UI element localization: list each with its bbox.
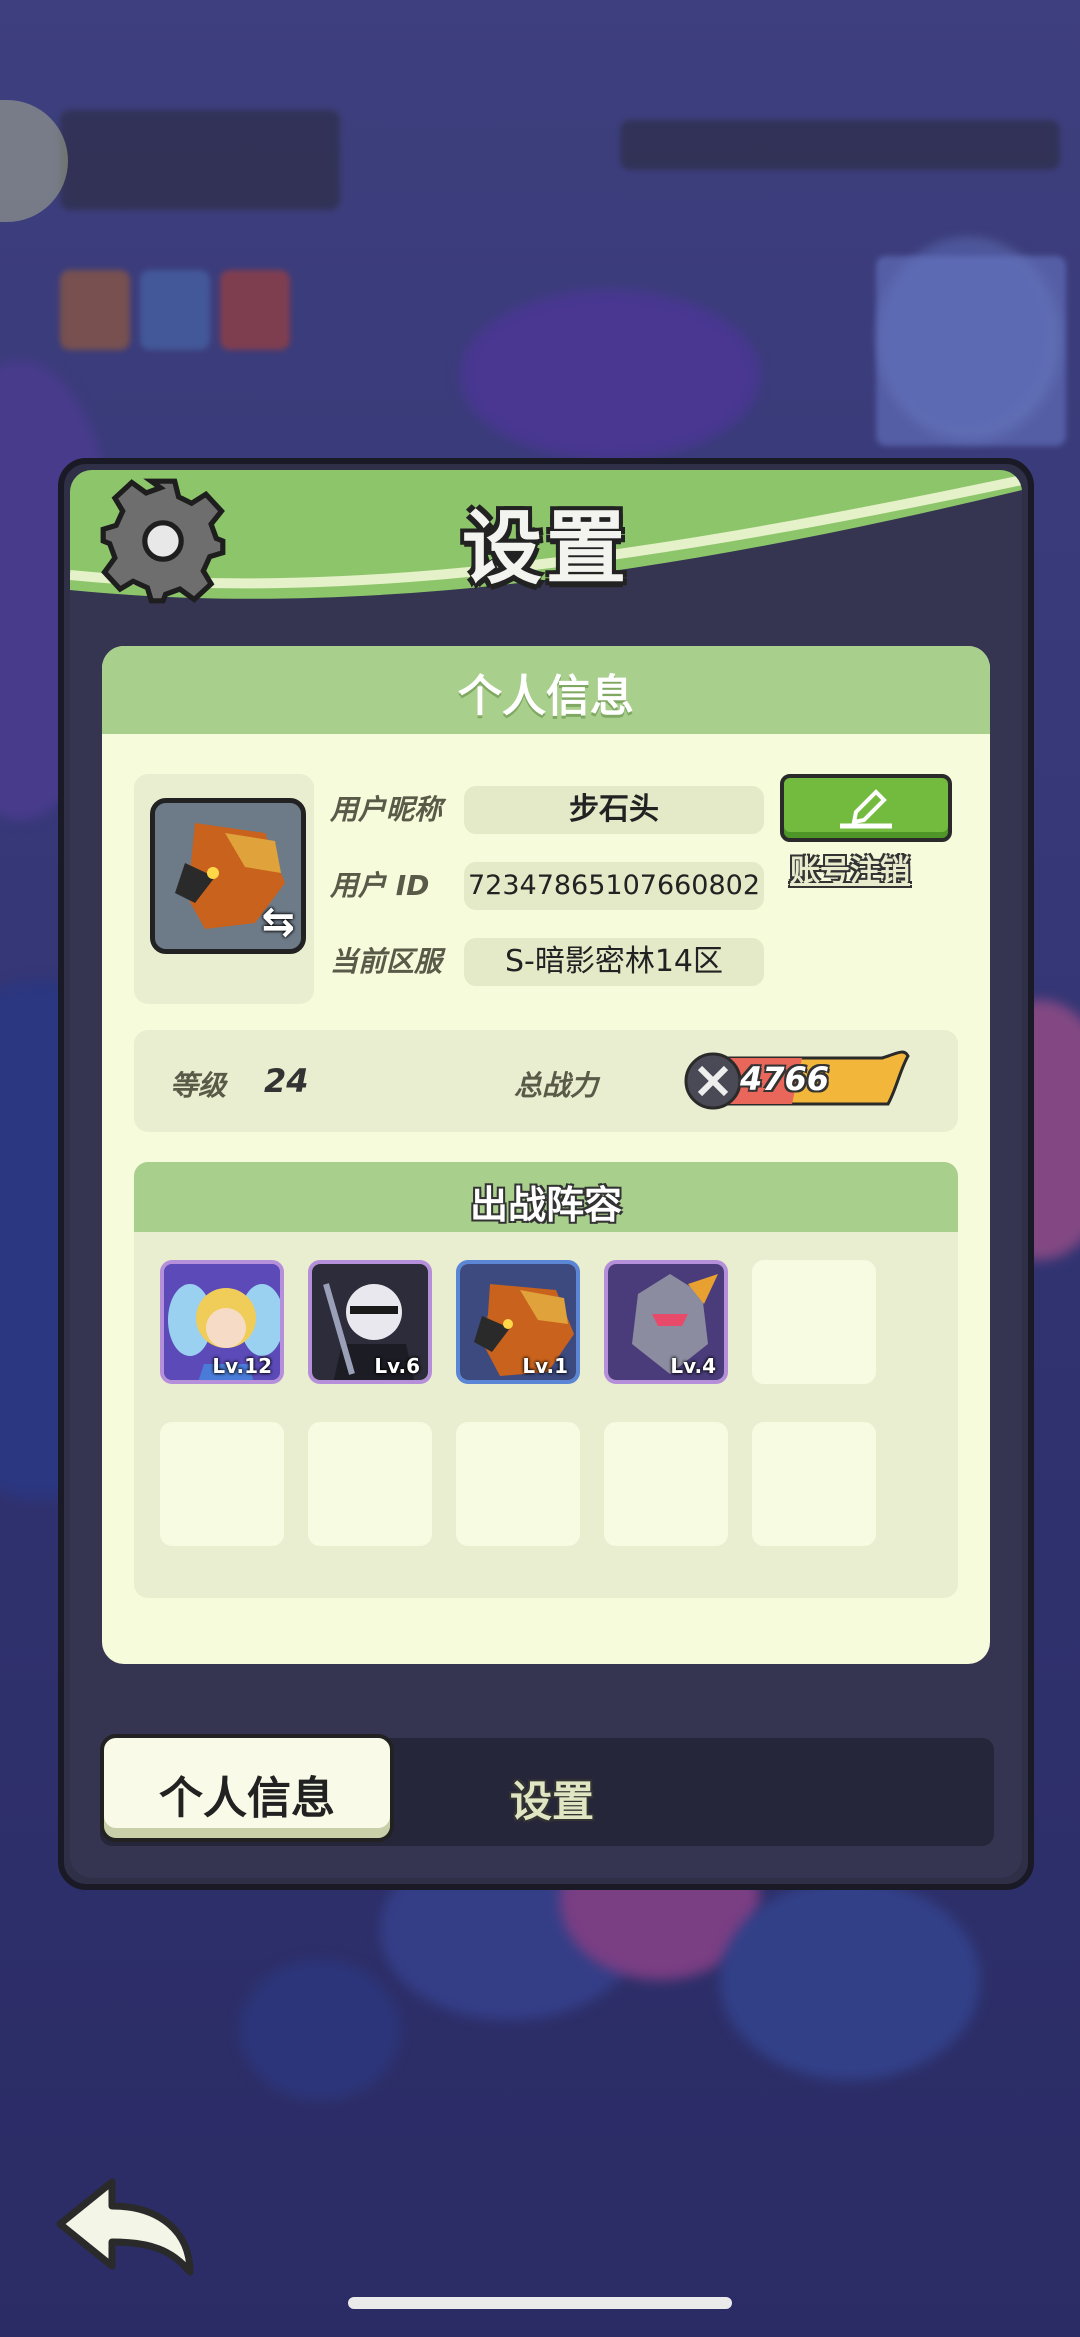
lineup-header: 出战阵容 bbox=[134, 1162, 958, 1232]
back-arrow-icon[interactable] bbox=[50, 2172, 200, 2282]
empty-slot[interactable] bbox=[456, 1422, 580, 1546]
personal-info-panel: 个人信息 ⇆ 用户昵称 步石头 用户 ID 72347865107660802 … bbox=[102, 646, 990, 1664]
home-indicator bbox=[348, 2297, 732, 2309]
avatar[interactable]: ⇆ bbox=[150, 798, 306, 954]
pencil-icon bbox=[840, 789, 892, 829]
server-label: 当前区服 bbox=[330, 945, 443, 978]
hero-slot-2[interactable]: Lv.6 bbox=[308, 1260, 432, 1384]
hero-slot-4[interactable]: Lv.4 bbox=[604, 1260, 728, 1384]
nickname-value: 步石头 bbox=[464, 786, 764, 834]
user-id-label: 用户 ID bbox=[330, 869, 430, 902]
dialog-title: 设置 bbox=[462, 502, 630, 595]
hud-top bbox=[0, 0, 1080, 446]
power-label: 总战力 bbox=[514, 1069, 599, 1102]
hero-level: Lv.12 bbox=[212, 1354, 272, 1378]
hero-slot-1[interactable]: Lv.12 bbox=[160, 1260, 284, 1384]
hero-level: Lv.1 bbox=[522, 1354, 568, 1378]
user-id-value: 72347865107660802 bbox=[464, 862, 764, 910]
tab-personal-info[interactable]: 个人信息 bbox=[100, 1734, 394, 1842]
avatar-box[interactable]: ⇆ bbox=[134, 774, 314, 1004]
hero-level: Lv.4 bbox=[670, 1354, 716, 1378]
tab-settings[interactable]: 设置 bbox=[510, 1768, 594, 1829]
cancel-account-link[interactable]: 账号注销 bbox=[790, 846, 910, 890]
settings-dialog: 设置 个人信息 ⇆ 用户昵称 步石头 用户 ID 723478651076608… bbox=[58, 458, 1034, 1890]
empty-slot[interactable] bbox=[752, 1260, 876, 1384]
power-value: 4766 bbox=[740, 1060, 830, 1098]
edit-nickname-button[interactable] bbox=[780, 774, 952, 842]
lineup-title: 出战阵容 bbox=[469, 1183, 622, 1227]
nickname-label: 用户昵称 bbox=[330, 793, 443, 826]
panel-header: 个人信息 bbox=[102, 646, 990, 734]
hero-slot-3[interactable]: Lv.1 bbox=[456, 1260, 580, 1384]
tab-personal-info-label: 个人信息 bbox=[159, 1773, 335, 1824]
panel-title: 个人信息 bbox=[458, 671, 634, 722]
tab-bar: 个人信息 设置 bbox=[100, 1734, 994, 1846]
empty-slot[interactable] bbox=[160, 1422, 284, 1546]
empty-slot[interactable] bbox=[752, 1422, 876, 1546]
level-label: 等级 bbox=[170, 1069, 227, 1102]
swap-icon[interactable]: ⇆ bbox=[261, 899, 295, 945]
empty-slot[interactable] bbox=[308, 1422, 432, 1546]
stats-row: 等级 24 总战力 4766 bbox=[134, 1030, 958, 1132]
hero-level: Lv.6 bbox=[374, 1354, 420, 1378]
level-value: 24 bbox=[264, 1062, 309, 1100]
power-badge: 4766 bbox=[682, 1050, 912, 1112]
empty-slot[interactable] bbox=[604, 1422, 728, 1546]
server-value: S-暗影密林14区 bbox=[464, 938, 764, 986]
lineup-section: 出战阵容 Lv.12 Lv.6 Lv.1 Lv.4 bbox=[134, 1162, 958, 1598]
